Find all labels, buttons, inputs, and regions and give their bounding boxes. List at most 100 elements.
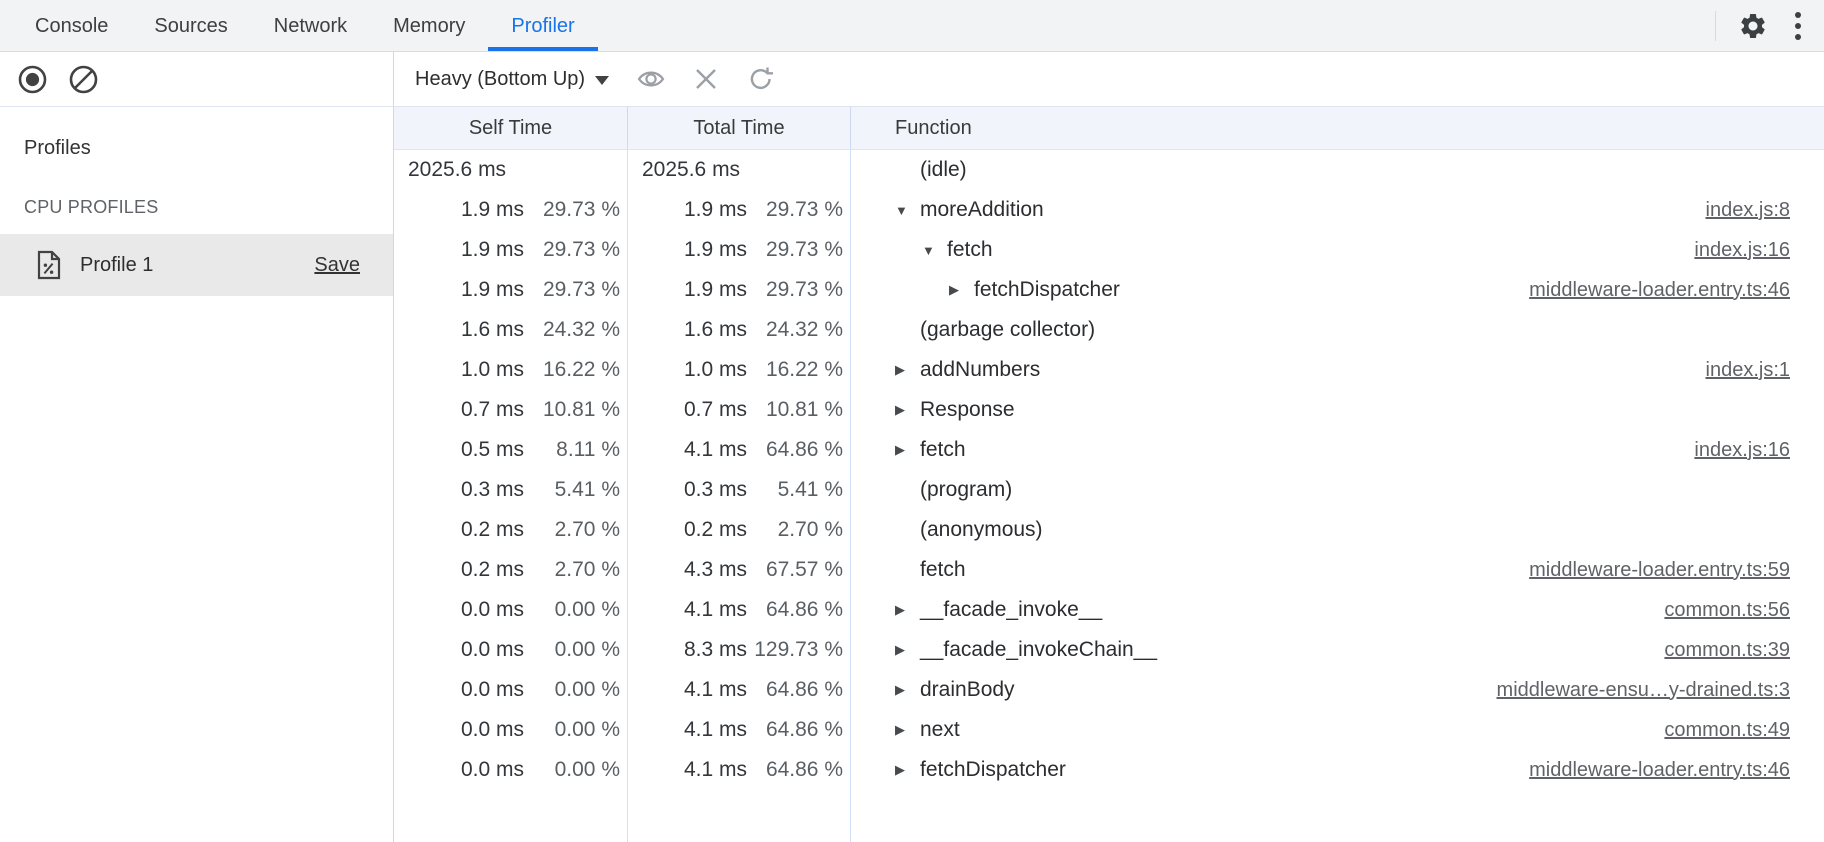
self-time-cell: 0.2 ms2.70 % xyxy=(394,518,628,542)
profile-list-item[interactable]: Profile 1 Save xyxy=(0,234,393,296)
time-ms-value: 1.9 ms xyxy=(628,278,747,302)
total-time-cell: 1.6 ms24.32 % xyxy=(628,318,851,342)
time-percent-value: 0.00 % xyxy=(524,598,620,622)
time-ms-value: 0.5 ms xyxy=(394,438,524,462)
function-cell: (anonymous) xyxy=(851,518,1824,542)
table-row[interactable]: 0.2 ms2.70 %0.2 ms2.70 %(anonymous) xyxy=(394,510,1824,550)
table-row[interactable]: 0.7 ms10.81 %0.7 ms10.81 %▶Response xyxy=(394,390,1824,430)
collapsed-arrow-icon[interactable]: ▶ xyxy=(949,282,974,298)
column-header-function[interactable]: Function xyxy=(851,107,1824,149)
tab-profiler[interactable]: Profiler xyxy=(488,1,597,51)
total-time-cell: 2025.6 ms xyxy=(628,158,851,182)
column-header-self-time[interactable]: Self Time xyxy=(394,107,628,149)
time-ms-value: 1.9 ms xyxy=(394,238,524,262)
source-link[interactable]: middleware-ensu…y-drained.ts:3 xyxy=(1477,679,1790,702)
collapsed-arrow-icon[interactable]: ▶ xyxy=(895,362,920,378)
self-time-cell: 0.7 ms10.81 % xyxy=(394,398,628,422)
eye-icon[interactable] xyxy=(636,64,666,94)
table-row[interactable]: 0.3 ms5.41 %0.3 ms5.41 %(program) xyxy=(394,470,1824,510)
time-ms-value: 1.0 ms xyxy=(628,358,747,382)
view-mode-select[interactable]: Heavy (Bottom Up) xyxy=(415,68,609,91)
refresh-icon[interactable] xyxy=(746,64,776,94)
table-row[interactable]: 1.9 ms29.73 %1.9 ms29.73 %▼fetchindex.js… xyxy=(394,230,1824,270)
source-link[interactable]: index.js:1 xyxy=(1686,359,1791,382)
column-header-total-time[interactable]: Total Time xyxy=(628,107,851,149)
function-cell: (program) xyxy=(851,478,1824,502)
table-row[interactable]: 0.0 ms0.00 %4.1 ms64.86 %▶__facade_invok… xyxy=(394,590,1824,630)
clear-icon[interactable] xyxy=(68,64,99,95)
collapsed-arrow-icon[interactable]: ▶ xyxy=(895,682,920,698)
expanded-arrow-icon[interactable]: ▼ xyxy=(922,243,947,258)
time-ms-value: 0.7 ms xyxy=(394,398,524,422)
time-ms-value: 2025.6 ms xyxy=(628,158,843,182)
table-row[interactable]: 0.0 ms0.00 %8.3 ms129.73 %▶__facade_invo… xyxy=(394,630,1824,670)
table-row[interactable]: 1.0 ms16.22 %1.0 ms16.22 %▶addNumbersind… xyxy=(394,350,1824,390)
tab-sources[interactable]: Sources xyxy=(131,1,250,51)
function-name: (program) xyxy=(920,478,1012,502)
time-ms-value: 4.3 ms xyxy=(628,558,747,582)
settings-gear-icon[interactable] xyxy=(1738,11,1768,41)
source-link[interactable]: index.js:16 xyxy=(1674,239,1790,262)
table-row[interactable]: 0.0 ms0.00 %4.1 ms64.86 %▶nextcommon.ts:… xyxy=(394,710,1824,750)
time-percent-value: 0.00 % xyxy=(524,678,620,702)
time-percent-value: 29.73 % xyxy=(747,238,843,262)
source-link[interactable]: index.js:8 xyxy=(1686,199,1791,222)
time-ms-value: 0.2 ms xyxy=(394,558,524,582)
table-row[interactable]: 1.9 ms29.73 %1.9 ms29.73 %▶fetchDispatch… xyxy=(394,270,1824,310)
collapsed-arrow-icon[interactable]: ▶ xyxy=(895,442,920,458)
time-ms-value: 1.0 ms xyxy=(394,358,524,382)
time-ms-value: 0.3 ms xyxy=(394,478,524,502)
source-link[interactable]: middleware-loader.entry.ts:46 xyxy=(1509,279,1790,302)
save-profile-link[interactable]: Save xyxy=(314,254,360,277)
time-percent-value: 0.00 % xyxy=(524,638,620,662)
source-link[interactable]: middleware-loader.entry.ts:46 xyxy=(1509,759,1790,782)
function-name: drainBody xyxy=(920,678,1015,702)
time-ms-value: 0.0 ms xyxy=(394,638,524,662)
time-percent-value: 64.86 % xyxy=(747,598,843,622)
tab-memory[interactable]: Memory xyxy=(370,1,488,51)
time-ms-value: 4.1 ms xyxy=(628,438,747,462)
time-ms-value: 4.1 ms xyxy=(628,598,747,622)
source-link[interactable]: common.ts:39 xyxy=(1644,639,1790,662)
time-ms-value: 1.6 ms xyxy=(628,318,747,342)
time-percent-value: 29.73 % xyxy=(747,278,843,302)
tab-network[interactable]: Network xyxy=(251,1,370,51)
tree-indent xyxy=(895,250,922,251)
function-cell: ▼moreAdditionindex.js:8 xyxy=(851,198,1824,222)
profile-name: Profile 1 xyxy=(80,254,296,277)
collapsed-arrow-icon[interactable]: ▶ xyxy=(895,602,920,618)
self-time-cell: 2025.6 ms xyxy=(394,158,628,182)
source-link[interactable]: middleware-loader.entry.ts:59 xyxy=(1509,559,1790,582)
table-row[interactable]: 1.6 ms24.32 %1.6 ms24.32 %(garbage colle… xyxy=(394,310,1824,350)
kebab-menu-icon[interactable] xyxy=(1794,10,1802,42)
table-row[interactable]: 2025.6 ms2025.6 ms(idle) xyxy=(394,150,1824,190)
collapsed-arrow-icon[interactable]: ▶ xyxy=(895,642,920,658)
source-link[interactable]: common.ts:49 xyxy=(1644,719,1790,742)
collapsed-arrow-icon[interactable]: ▶ xyxy=(895,722,920,738)
self-time-cell: 0.2 ms2.70 % xyxy=(394,558,628,582)
tab-console[interactable]: Console xyxy=(12,1,131,51)
table-row[interactable]: 0.0 ms0.00 %4.1 ms64.86 %▶fetchDispatche… xyxy=(394,750,1824,790)
tabbar-divider xyxy=(1715,11,1716,41)
collapsed-arrow-icon[interactable]: ▶ xyxy=(895,402,920,418)
table-row[interactable]: 1.9 ms29.73 %1.9 ms29.73 %▼moreAdditioni… xyxy=(394,190,1824,230)
function-cell: ▶fetchindex.js:16 xyxy=(851,438,1824,462)
profile-document-icon xyxy=(36,250,62,280)
time-percent-value: 64.86 % xyxy=(747,718,843,742)
table-row[interactable]: 0.5 ms8.11 %4.1 ms64.86 %▶fetchindex.js:… xyxy=(394,430,1824,470)
time-ms-value: 1.9 ms xyxy=(394,278,524,302)
profile-table-body: 2025.6 ms2025.6 ms(idle)1.9 ms29.73 %1.9… xyxy=(394,150,1824,842)
source-link[interactable]: index.js:16 xyxy=(1674,439,1790,462)
function-cell: ▶addNumbersindex.js:1 xyxy=(851,358,1824,382)
collapsed-arrow-icon[interactable]: ▶ xyxy=(895,762,920,778)
self-time-cell: 1.9 ms29.73 % xyxy=(394,278,628,302)
source-link[interactable]: common.ts:56 xyxy=(1644,599,1790,622)
self-time-cell: 0.0 ms0.00 % xyxy=(394,678,628,702)
table-row[interactable]: 0.2 ms2.70 %4.3 ms67.57 %fetchmiddleware… xyxy=(394,550,1824,590)
close-icon[interactable] xyxy=(693,66,719,92)
table-row[interactable]: 0.0 ms0.00 %4.1 ms64.86 %▶drainBodymiddl… xyxy=(394,670,1824,710)
expanded-arrow-icon[interactable]: ▼ xyxy=(895,203,920,218)
time-percent-value: 29.73 % xyxy=(524,278,620,302)
record-icon[interactable] xyxy=(17,64,48,95)
total-time-cell: 1.9 ms29.73 % xyxy=(628,238,851,262)
